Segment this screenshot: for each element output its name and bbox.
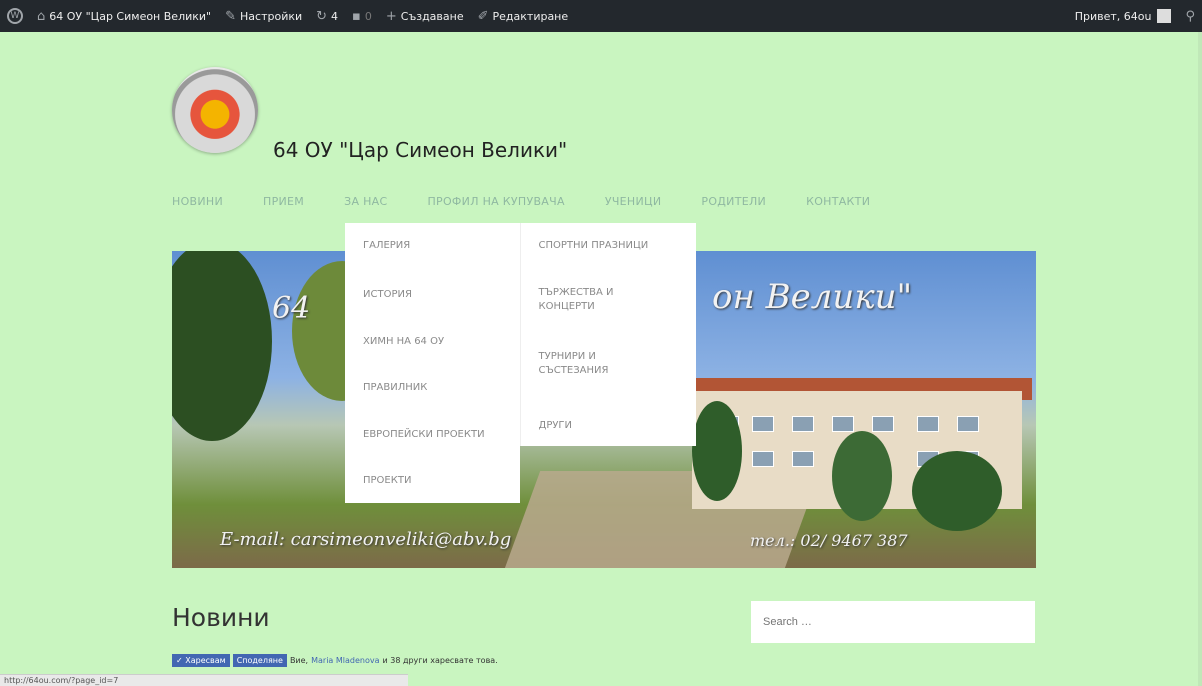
avatar bbox=[1157, 9, 1172, 23]
search-input[interactable] bbox=[751, 601, 1035, 643]
gallery-submenu-column: СПОРТНИ ПРАЗНИЦИ ТЪРЖЕСТВА И КОНЦЕРТИ ТУ… bbox=[519, 223, 697, 446]
updates-link[interactable]: ↻ 4 bbox=[309, 0, 345, 32]
thumbs-up-icon: ✓ bbox=[176, 656, 186, 665]
admin-search-button[interactable]: ⚲ bbox=[1178, 0, 1202, 32]
create-label: Създаване bbox=[400, 9, 464, 23]
submenu-column: ГАЛЕРИЯ ИСТОРИЯ ХИМН НА 64 ОУ ПРАВИЛНИК … bbox=[345, 223, 520, 503]
page-title: Новини bbox=[172, 603, 270, 632]
main-navigation: НОВИНИ ПРИЕМ ЗА НАС ПРОФИЛ НА КУПУВАЧА У… bbox=[172, 193, 910, 215]
settings-label: Настройки bbox=[240, 9, 303, 23]
brush-icon: ✎ bbox=[225, 8, 237, 24]
submenu-item-eu-projects[interactable]: ЕВРОПЕЙСКИ ПРОЕКТИ bbox=[345, 428, 503, 442]
submenu-item-other[interactable]: ДРУГИ bbox=[521, 419, 591, 433]
nav-item-news[interactable]: НОВИНИ bbox=[172, 193, 223, 215]
facebook-like-button[interactable]: ✓ Харесвам bbox=[172, 654, 230, 667]
submenu-item-projects[interactable]: ПРОЕКТИ bbox=[345, 474, 429, 488]
window-shape bbox=[917, 416, 939, 432]
facebook-like-bar: ✓ Харесвам Споделяне Вие, Maria Mladenov… bbox=[172, 654, 498, 667]
customize-link[interactable]: ✎ Настройки bbox=[218, 0, 309, 32]
submenu-item-history[interactable]: ИСТОРИЯ bbox=[345, 288, 430, 302]
page-scrollbar[interactable] bbox=[1198, 32, 1202, 686]
banner-title-right: он Велики" bbox=[712, 277, 913, 317]
submenu-item-gallery[interactable]: ГАЛЕРИЯ bbox=[345, 239, 428, 253]
browser-status-bar: http://64ou.com/?page_id=7 bbox=[0, 674, 408, 686]
banner-email: E-mail: carsimeonveliki@abv.bg bbox=[220, 529, 512, 550]
comment-icon: ▪ bbox=[352, 8, 361, 24]
submenu-item-sports-days[interactable]: СПОРТНИ ПРАЗНИЦИ bbox=[521, 239, 697, 253]
nav-item-students[interactable]: УЧЕНИЦИ bbox=[605, 193, 662, 215]
nav-item-admission[interactable]: ПРИЕМ bbox=[263, 193, 304, 215]
banner-phone: тел.: 02/ 9467 387 bbox=[750, 531, 908, 550]
submenu-item-celebrations[interactable]: ТЪРЖЕСТВА И КОНЦЕРТИ bbox=[521, 286, 661, 314]
refresh-icon: ↻ bbox=[316, 8, 328, 24]
admin-bar: W ⌂ 64 ОУ "Цар Симеон Велики" ✎ Настройк… bbox=[0, 0, 1202, 32]
tree-shape bbox=[172, 251, 272, 441]
school-logo[interactable] bbox=[172, 67, 258, 153]
nav-item-buyer-profile[interactable]: ПРОФИЛ НА КУПУВАЧА bbox=[427, 193, 564, 215]
tree-shape bbox=[912, 451, 1002, 531]
banner-title-left: 64 bbox=[272, 291, 311, 326]
facebook-share-button[interactable]: Споделяне bbox=[232, 654, 287, 667]
site-title[interactable]: 64 ОУ "Цар Симеон Велики" bbox=[273, 138, 567, 162]
tree-shape bbox=[832, 431, 892, 521]
about-submenu: ГАЛЕРИЯ ИСТОРИЯ ХИМН НА 64 ОУ ПРАВИЛНИК … bbox=[345, 223, 696, 503]
comments-count: 0 bbox=[364, 9, 372, 23]
my-account-link[interactable]: Привет, 64ou bbox=[1068, 0, 1179, 32]
submenu-item-tournaments[interactable]: ТУРНИРИ И СЪСТЕЗАНИЯ bbox=[521, 350, 661, 378]
window-shape bbox=[832, 416, 854, 432]
friend-link[interactable]: Maria Mladenova bbox=[311, 656, 379, 665]
search-icon: ⚲ bbox=[1185, 8, 1195, 24]
window-shape bbox=[792, 451, 814, 467]
greeting-label: Привет, 64ou bbox=[1074, 9, 1152, 23]
wordpress-logo-icon: W bbox=[7, 8, 23, 24]
wp-logo-button[interactable]: W bbox=[0, 0, 30, 32]
nav-item-contacts[interactable]: КОНТАКТИ bbox=[806, 193, 870, 215]
window-shape bbox=[752, 451, 774, 467]
updates-count: 4 bbox=[331, 9, 339, 23]
like-label: Харесвам bbox=[185, 656, 226, 665]
new-content-link[interactable]: + Създаване bbox=[379, 0, 471, 32]
home-icon: ⌂ bbox=[37, 8, 46, 24]
nav-item-parents[interactable]: РОДИТЕЛИ bbox=[701, 193, 766, 215]
like-text-prefix: Вие, bbox=[289, 656, 309, 665]
plus-icon: + bbox=[385, 8, 397, 24]
pencil-icon: ✐ bbox=[477, 8, 489, 24]
submenu-item-rules[interactable]: ПРАВИЛНИК bbox=[345, 381, 445, 395]
site-name-label: 64 ОУ "Цар Симеон Велики" bbox=[49, 9, 212, 23]
like-text-suffix: и 38 други харесвате това. bbox=[382, 656, 498, 665]
submenu-item-anthem[interactable]: ХИМН НА 64 ОУ bbox=[345, 335, 462, 349]
window-shape bbox=[752, 416, 774, 432]
edit-label: Редактиране bbox=[492, 9, 569, 23]
site-name-link[interactable]: ⌂ 64 ОУ "Цар Симеон Велики" bbox=[30, 0, 218, 32]
edit-link[interactable]: ✐ Редактиране bbox=[471, 0, 576, 32]
window-shape bbox=[792, 416, 814, 432]
window-shape bbox=[872, 416, 894, 432]
comments-link[interactable]: ▪ 0 bbox=[345, 0, 379, 32]
nav-item-about[interactable]: ЗА НАС bbox=[344, 193, 387, 215]
window-shape bbox=[957, 416, 979, 432]
tree-shape bbox=[692, 401, 742, 501]
